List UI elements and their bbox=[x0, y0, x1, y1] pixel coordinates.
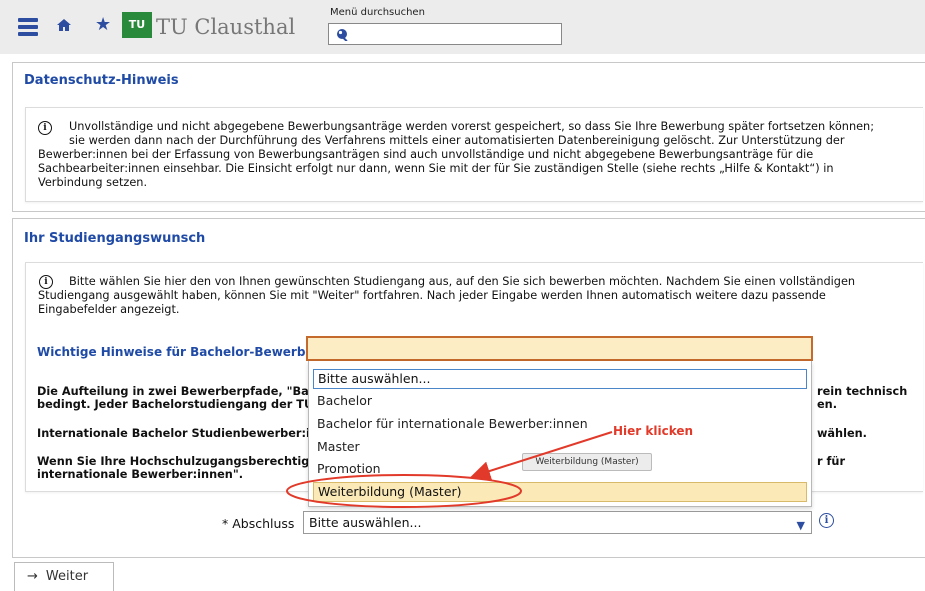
annotation-arrow bbox=[470, 431, 613, 481]
abschluss-label: * Abschluss bbox=[222, 516, 295, 531]
help-info-icon[interactable]: i bbox=[819, 513, 834, 528]
annotation-label: Hier klicken bbox=[613, 424, 694, 438]
abschluss-select-value: Bitte auswählen... bbox=[309, 515, 422, 530]
annotation-ellipse bbox=[286, 474, 522, 508]
annotation-overlay bbox=[286, 431, 613, 508]
weiter-button[interactable]: → Weiter bbox=[14, 562, 114, 591]
arrow-right-icon: → bbox=[27, 569, 38, 584]
chevron-down-icon: ▼ bbox=[796, 519, 805, 532]
abschluss-select[interactable]: Bitte auswählen... ▼ bbox=[303, 511, 812, 534]
weiter-button-label: Weiter bbox=[45, 569, 89, 584]
